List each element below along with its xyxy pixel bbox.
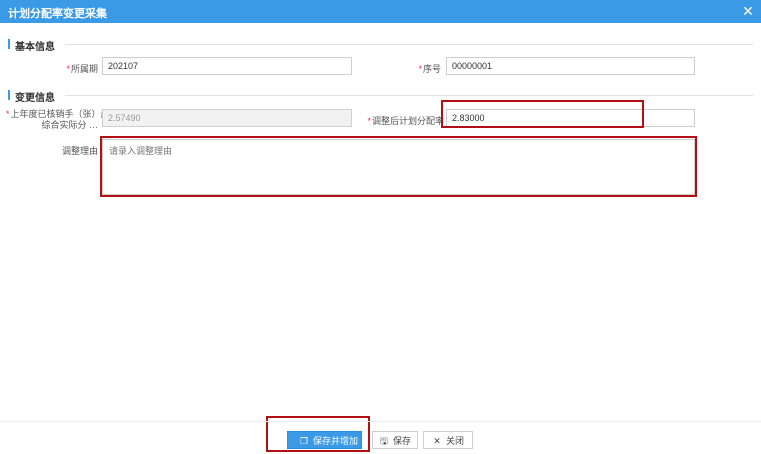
divider [65,44,753,45]
section-marker [8,39,10,49]
period-field[interactable] [102,57,352,75]
prev-rate-field [102,109,352,127]
divider [65,95,753,96]
section-title: 变更信息 [15,93,55,104]
reason-label: 调整理由 [61,146,98,156]
serial-label: *序号 [418,64,441,74]
adjusted-rate-label: *调整后计划分配率 [367,116,444,126]
section-title: 基本信息 [15,42,55,53]
section-basic-info: 基本信息 [8,37,68,53]
close-icon[interactable]: ✕ [741,2,755,20]
footer-divider [0,421,761,422]
copy-icon: ❐ [299,436,309,446]
period-label: *所属期 [66,64,98,74]
dialog-title: 计划分配率变更采集 [8,8,107,20]
adjusted-rate-field[interactable] [446,109,695,127]
save-icon: 🖫 [380,436,388,446]
prev-rate-label: *上年度已核销手（张）册 综合实际分 … [6,109,110,130]
close-button[interactable]: ✕ 关闭 [423,431,473,449]
reason-textarea[interactable] [102,139,695,195]
serial-field[interactable] [446,57,695,75]
section-change-info: 变更信息 [8,88,68,104]
dialog-titlebar: 计划分配率变更采集 ✕ [0,0,761,23]
section-marker [8,90,10,100]
save-and-add-button[interactable]: ❐ 保存并增加 [287,431,362,449]
close-icon: ✕ [433,436,441,446]
save-button[interactable]: 🖫 保存 [372,431,418,449]
